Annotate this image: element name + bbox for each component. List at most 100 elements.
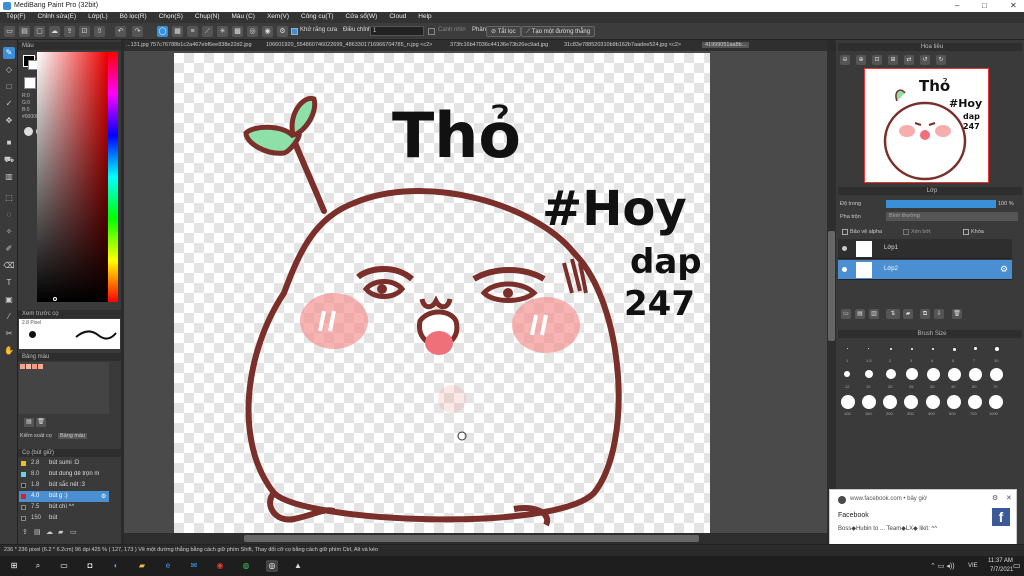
brush-size-option[interactable] bbox=[841, 395, 855, 409]
palette-delete-icon[interactable]: 🗑 bbox=[36, 418, 46, 427]
eyedropper-icon[interactable]: ⁄ bbox=[3, 311, 15, 323]
chrome-taskbar-icon[interactable]: ◉ bbox=[214, 560, 226, 572]
navigator-preview[interactable]: Thỏ #Hoy dap 247 bbox=[864, 68, 989, 183]
circle-ruler-icon[interactable]: ◎ bbox=[247, 26, 258, 37]
zoom-in-icon[interactable]: ⊕ bbox=[856, 55, 866, 65]
clock-date[interactable]: 7/7/2021 bbox=[990, 567, 1013, 573]
brush-list-item[interactable]: 8.0 bút dùng để trộn m bbox=[19, 469, 109, 480]
actual-size-icon[interactable]: ⊞ bbox=[888, 55, 898, 65]
menu-view[interactable]: Xem(V) bbox=[261, 12, 295, 20]
brush-size-option[interactable] bbox=[911, 348, 913, 350]
brush-size-option[interactable] bbox=[990, 368, 1003, 381]
brush-size-option[interactable] bbox=[953, 348, 956, 351]
tab-doc-2[interactable]: 757c76788b1c2a467ebf6ee838e22d2.jpg bbox=[150, 42, 252, 48]
maximize-icon[interactable]: □ bbox=[982, 1, 987, 10]
move-tool-icon[interactable]: ✥ bbox=[3, 115, 15, 127]
edge-icon[interactable]: ◐ bbox=[110, 560, 122, 572]
gear-ruler-icon[interactable]: ⚙ bbox=[277, 26, 288, 37]
magic-wand-icon[interactable]: ✧ bbox=[3, 226, 15, 238]
palette-swatch[interactable] bbox=[26, 364, 31, 369]
rotate-left-icon[interactable]: ↺ bbox=[920, 55, 930, 65]
chat-icon[interactable]: ▢ bbox=[34, 26, 45, 37]
vertical-scroll-thumb[interactable] bbox=[828, 231, 835, 341]
merge-layer-icon[interactable]: ⇩ bbox=[934, 309, 944, 319]
undo-icon[interactable]: ↶ bbox=[115, 26, 126, 37]
store-icon[interactable]: ◘ bbox=[84, 560, 96, 572]
hue-slider[interactable] bbox=[108, 52, 118, 302]
menu-cloud[interactable]: Cloud bbox=[383, 12, 412, 20]
brush-size-option[interactable] bbox=[968, 395, 982, 409]
color-picker-cursor[interactable] bbox=[53, 297, 57, 301]
cloud-icon[interactable]: ☁ bbox=[49, 26, 60, 37]
folder-icon[interactable]: ▰ bbox=[903, 309, 913, 319]
add-8bit-layer-icon[interactable]: ▥ bbox=[869, 309, 879, 319]
brush-size-option[interactable] bbox=[926, 395, 940, 409]
delete-layer-icon[interactable]: 🗑 bbox=[952, 309, 962, 319]
snap-checkbox[interactable] bbox=[428, 28, 435, 35]
brush-size-option[interactable] bbox=[969, 368, 982, 381]
blend-select[interactable]: Bình thường bbox=[886, 212, 1018, 221]
perspective-icon[interactable]: ✳ bbox=[217, 26, 228, 37]
task-view-icon[interactable]: ▭ bbox=[58, 560, 70, 572]
tab-doc-5[interactable]: 31c83e788520310b9b162b7aadee524.jpg <c2> bbox=[564, 42, 681, 48]
opacity-slider[interactable] bbox=[886, 200, 996, 208]
brush-tool-icon[interactable]: ✎ bbox=[3, 47, 15, 59]
toast-settings-icon[interactable]: ⚙ bbox=[992, 494, 998, 502]
search-icon[interactable]: ⌕ bbox=[32, 560, 44, 572]
toast-close-icon[interactable]: ✕ bbox=[1006, 494, 1012, 502]
transparent-color-swatch[interactable] bbox=[24, 77, 36, 89]
brush-copy-icon[interactable]: ▤ bbox=[34, 528, 41, 536]
operation-tool-icon[interactable]: ▣ bbox=[3, 294, 15, 306]
tab-brush-control[interactable]: Kiểm soát cọ bbox=[20, 433, 52, 439]
fit-icon[interactable]: ⊡ bbox=[872, 55, 882, 65]
windows-start-icon[interactable]: ⊞ bbox=[8, 560, 20, 572]
brush-size-option[interactable] bbox=[883, 395, 897, 409]
horizontal-scrollbar[interactable] bbox=[124, 533, 827, 544]
anti-alias-checkbox[interactable] bbox=[291, 28, 298, 35]
tab-palette[interactable]: Bảng màu bbox=[58, 433, 88, 439]
brush-folder-icon[interactable]: ▰ bbox=[58, 528, 63, 536]
brush-size-option[interactable] bbox=[948, 368, 961, 381]
brush-page-icon[interactable]: ▭ bbox=[70, 528, 77, 536]
grid2-icon[interactable]: ▩ bbox=[232, 26, 243, 37]
menu-filter[interactable]: Bộ lọc(R) bbox=[114, 12, 153, 20]
tab-doc-6-active[interactable]: 41999051aa8b... bbox=[702, 42, 750, 48]
menu-snap[interactable]: Chụp(N) bbox=[189, 12, 226, 20]
duplicate-layer-icon[interactable]: ⧉ bbox=[920, 309, 930, 319]
select-eraser-icon[interactable]: ⌫ bbox=[3, 260, 15, 272]
layer-row[interactable]: Lớp1 bbox=[838, 239, 1012, 259]
clock-time[interactable]: 11:37 AM bbox=[988, 558, 1013, 564]
add-halftone-layer-icon[interactable]: ▤ bbox=[855, 309, 865, 319]
horizontal-scroll-thumb[interactable] bbox=[244, 535, 699, 542]
menu-color[interactable]: Màu (C) bbox=[225, 12, 260, 20]
palette-swatch[interactable] bbox=[32, 364, 37, 369]
notification-toast[interactable]: www.facebook.com • bây giờ ⚙ ✕ Facebook … bbox=[829, 489, 1017, 546]
palette-doc-icon[interactable]: ▤ bbox=[24, 418, 34, 427]
color-picker-square[interactable] bbox=[37, 52, 108, 302]
rect-tool-icon[interactable]: □ bbox=[3, 81, 15, 93]
vertical-scrollbar[interactable] bbox=[827, 51, 836, 533]
brush-list-item-selected[interactable]: 4.0 bút g :) ⚙ bbox=[19, 491, 109, 502]
menu-help[interactable]: Help bbox=[412, 12, 437, 20]
fill-rect-tool-icon[interactable]: ■ bbox=[3, 137, 15, 149]
menu-select[interactable]: Chọn(S) bbox=[153, 12, 189, 20]
notification-center-icon[interactable]: ▭ bbox=[1013, 561, 1021, 570]
hand-tool-icon[interactable]: ✋ bbox=[3, 345, 15, 357]
eye-icon[interactable] bbox=[842, 267, 847, 272]
select-tool-icon[interactable]: ⬚ bbox=[3, 192, 15, 204]
eraser-tool-icon[interactable]: ◇ bbox=[3, 64, 15, 76]
text-tool-icon[interactable]: T bbox=[3, 277, 15, 289]
brush-size-option[interactable] bbox=[974, 347, 977, 350]
menu-window[interactable]: Cửa sổ(W) bbox=[340, 12, 384, 20]
file-explorer-icon[interactable]: ▰ bbox=[136, 560, 148, 572]
save-icon[interactable]: ▤ bbox=[19, 26, 30, 37]
menu-edit[interactable]: Chỉnh sửa(E) bbox=[32, 12, 83, 20]
eye-icon[interactable] bbox=[842, 246, 847, 251]
brush-list-item[interactable]: 150 bút bbox=[19, 513, 109, 524]
brush-size-option[interactable] bbox=[927, 368, 940, 381]
disable-filter-button[interactable]: ⊘ Tắt lọc bbox=[486, 26, 521, 37]
brush-size-option[interactable] bbox=[886, 369, 896, 379]
create-line-button[interactable]: ⟋ Tạo một đường thẳng bbox=[521, 26, 596, 37]
check-tool-icon[interactable]: ✓ bbox=[3, 98, 15, 110]
language-indicator[interactable]: VIE bbox=[968, 563, 978, 569]
